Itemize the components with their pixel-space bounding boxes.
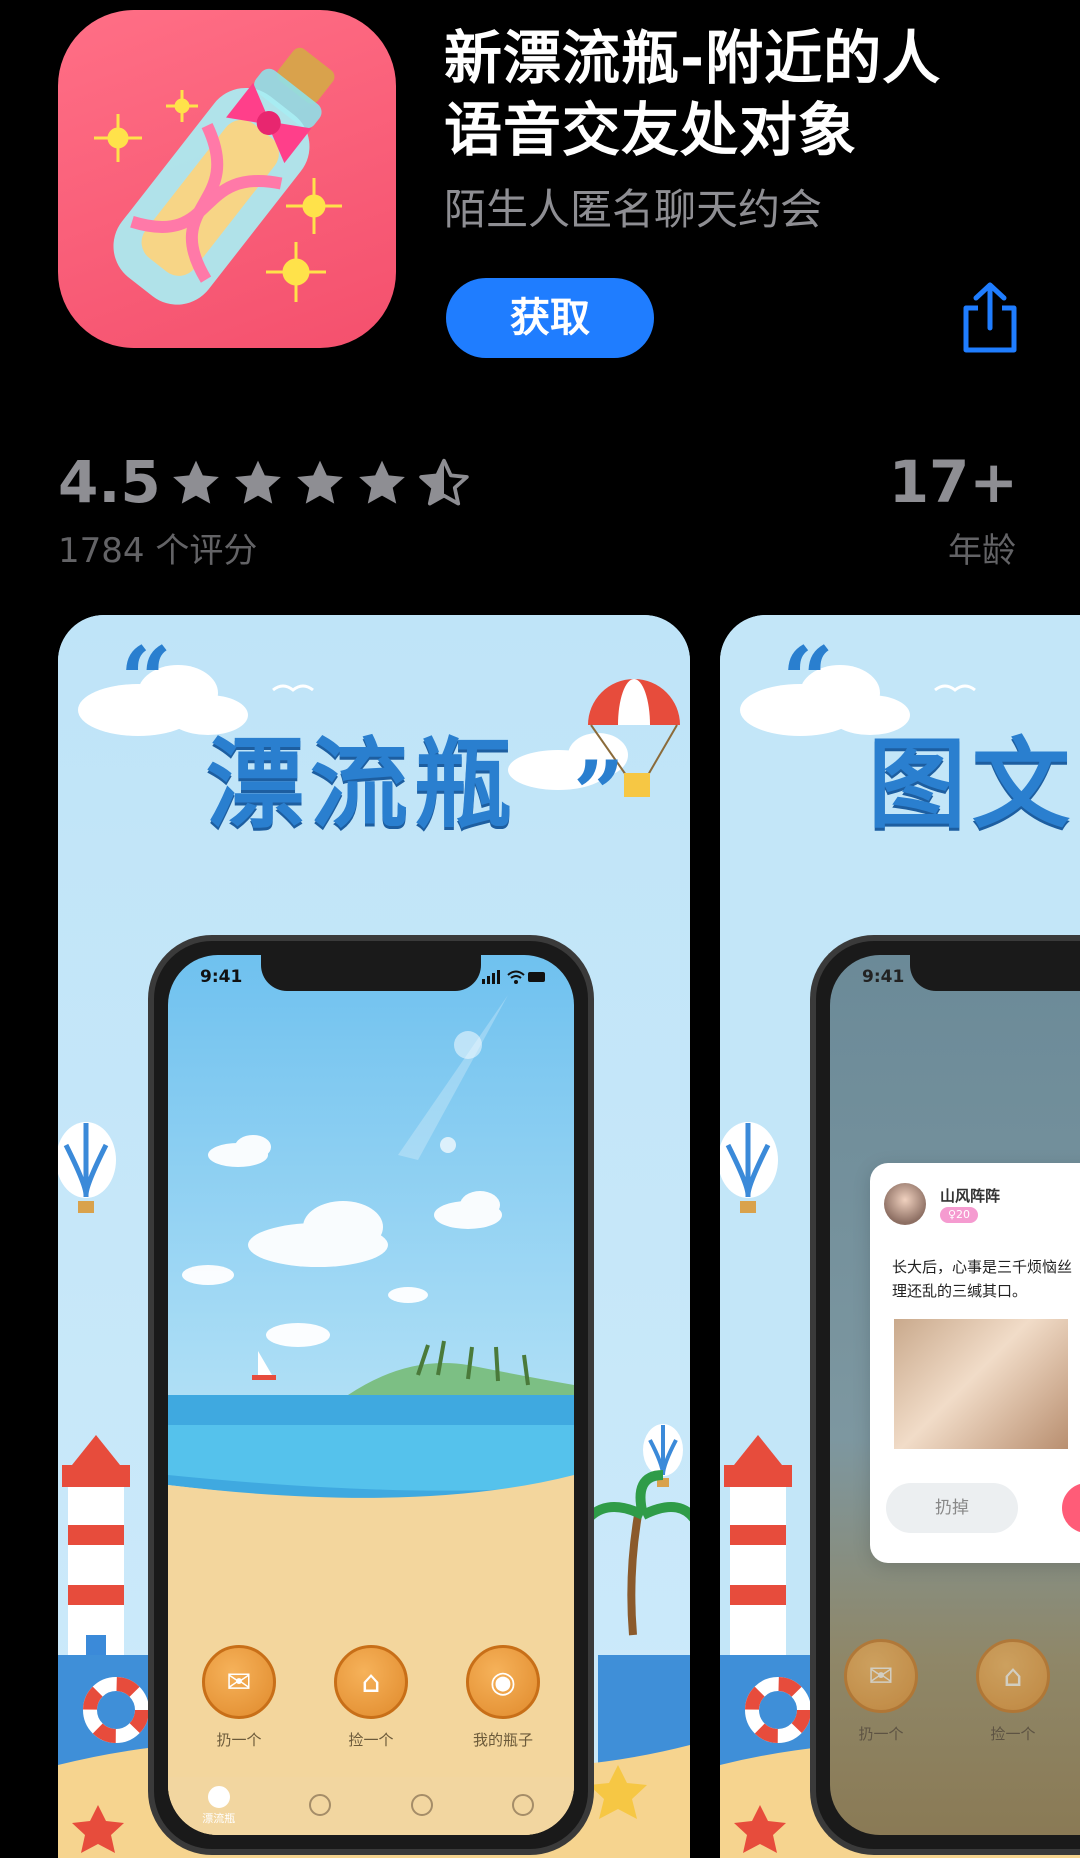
message-text-line-2: 理还乱的三缄其口。 — [892, 1282, 1028, 1300]
age-rating-label: 年龄 — [948, 531, 1016, 571]
discard-button[interactable]: 扔掉 — [886, 1483, 1018, 1533]
sender-name: 山风阵阵 — [940, 1187, 1001, 1205]
star-half-icon — [419, 458, 469, 506]
bottle-tab-icon — [207, 1786, 230, 1808]
bottle-icon: ✉ — [844, 1639, 918, 1713]
my-bottles-label: 我的瓶子 — [472, 1731, 533, 1749]
screenshot-1[interactable]: “ 漂流瓶 ” 9:41 ✉ 扔一个 ⌂ 捡一个 ◉ 我的瓶子 漂流瓶 — [58, 615, 690, 1858]
pick-bottle-label: 捡一个 — [990, 1725, 1036, 1743]
age-rating-value: 17+ — [888, 448, 1018, 516]
rating-value: 4.5 — [58, 448, 161, 516]
share-button[interactable] — [958, 282, 1022, 354]
tab-bottle[interactable]: 漂流瓶 — [189, 1786, 249, 1826]
app-subtitle: 陌生人匿名聊天约会 — [444, 185, 823, 234]
net-icon: ⌂ — [976, 1639, 1050, 1713]
star-full-icon — [235, 460, 281, 504]
phone-mockup: 9:41 ✉ 扔一个 ⌂ 捡一个 ◉ 我的瓶子 漂流瓶 — [148, 935, 594, 1855]
my-bottles-button[interactable]: ◉ 我的瓶子 — [462, 1645, 544, 1750]
star-full-icon — [297, 460, 343, 504]
rating-count: 1784 个评分 — [58, 531, 258, 571]
tab-bottle-label: 漂流瓶 — [202, 1812, 236, 1825]
net-icon: ⌂ — [334, 1645, 408, 1719]
avatar — [884, 1183, 926, 1225]
get-button[interactable]: 获取 — [446, 278, 654, 358]
pick-bottle-button[interactable]: ⌂ 捡一个 — [972, 1639, 1054, 1744]
app-title-line-1: 新漂流瓶-附近的人 — [444, 24, 942, 92]
message-text: 长大后，心事是三千烦恼丝 理还乱的三缄其口。 — [892, 1255, 1080, 1303]
me-tab-icon — [512, 1794, 535, 1816]
throw-bottle-button[interactable]: ✉ 扔一个 — [840, 1639, 922, 1744]
pick-bottle-button[interactable]: ⌂ 捡一个 — [330, 1645, 412, 1750]
banner-title: 漂流瓶 — [206, 728, 519, 842]
app-icon[interactable] — [58, 10, 396, 348]
star-full-icon — [173, 460, 219, 504]
banner-title: 图文 — [868, 728, 1077, 842]
tab-profile[interactable] — [290, 1794, 350, 1818]
phone-screen: 9:41 ✉ 扔一个 ⌂ 捡一个 ◉ 我的瓶子 漂流瓶 — [168, 955, 574, 1835]
throw-bottle-label: 扔一个 — [216, 1731, 262, 1749]
tab-chat[interactable] — [392, 1794, 452, 1818]
chat-tab-icon — [410, 1794, 433, 1816]
share-icon — [963, 282, 1017, 353]
screenshot-2[interactable]: “ 图文 9:41 山风阵阵 ♀20 长大后，心事是三千烦恼丝 理还乱的三缄其口… — [720, 615, 1080, 1858]
profile-tab-icon — [309, 1794, 332, 1816]
phone-tab-bar: 漂流瓶 — [168, 1777, 574, 1835]
app-title: 新漂流瓶-附近的人 语音交友处对象 — [444, 22, 1044, 166]
banner-quote-open: “ — [782, 627, 834, 733]
star-rating — [168, 456, 472, 512]
reply-button[interactable] — [1062, 1483, 1080, 1533]
gender-age-badge: ♀20 — [940, 1207, 979, 1223]
app-title-line-2: 语音交友处对象 — [444, 96, 858, 164]
status-icons — [482, 969, 548, 985]
throw-bottle-button[interactable]: ✉ 扔一个 — [198, 1645, 280, 1750]
message-photo — [894, 1319, 1068, 1449]
bottle-message-card: 山风阵阵 ♀20 长大后，心事是三千烦恼丝 理还乱的三缄其口。 扔掉 — [870, 1163, 1080, 1563]
status-time: 9:41 — [200, 967, 243, 987]
throw-bottle-label: 扔一个 — [858, 1725, 904, 1743]
pick-bottle-label: 捡一个 — [348, 1731, 394, 1749]
bottle-icon: ✉ — [202, 1645, 276, 1719]
battery-wifi-signal-icon — [482, 970, 545, 984]
message-text-line-1: 长大后，心事是三千烦恼丝 — [892, 1258, 1073, 1276]
phone-notch — [261, 955, 481, 991]
bucket-icon: ◉ — [466, 1645, 540, 1719]
tab-me[interactable] — [493, 1794, 553, 1818]
app-store-page: 新漂流瓶-附近的人 语音交友处对象 陌生人匿名聊天约会 获取 4.5 1784 … — [0, 0, 1080, 1858]
message-in-a-bottle-icon — [94, 47, 342, 305]
status-time: 9:41 — [862, 967, 905, 987]
phone-notch — [910, 955, 1080, 991]
banner-quote-close: ” — [573, 741, 625, 847]
banner-quote-open: “ — [120, 627, 172, 733]
star-full-icon — [359, 460, 405, 504]
